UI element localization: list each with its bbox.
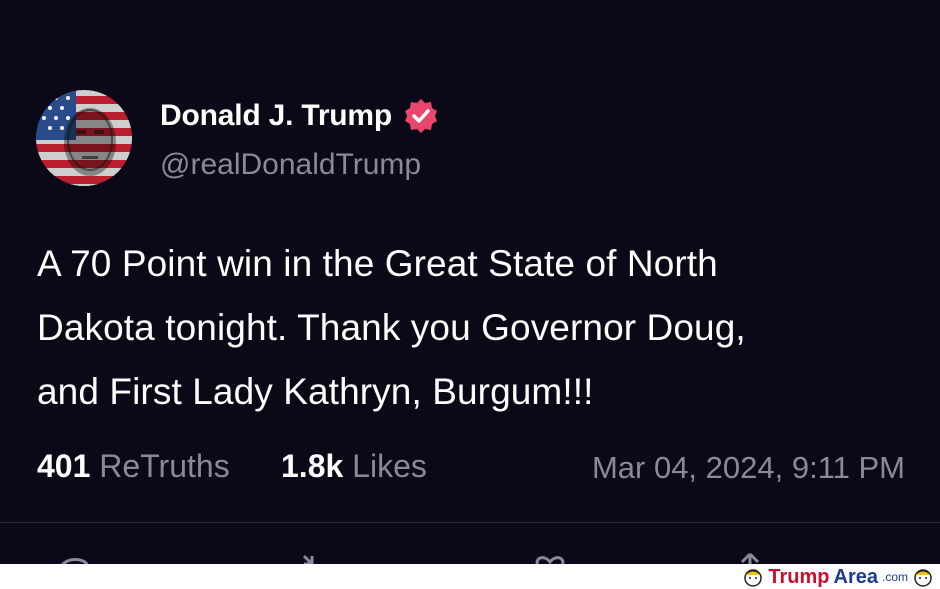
divider [0,522,940,523]
avatar[interactable] [36,90,132,186]
mascot-face-icon [914,569,932,587]
post-stats: 401 ReTruths 1.8k Likes Mar 04, 2024, 9:… [37,448,905,494]
retruth-icon[interactable] [296,550,336,564]
post-timestamp[interactable]: Mar 04, 2024, 9:11 PM [592,450,905,486]
like-icon[interactable] [530,550,570,564]
flag-portrait-avatar-icon [36,90,132,186]
verified-badge-icon [402,97,440,135]
likes-stat[interactable]: 1.8k Likes [281,448,427,485]
display-name[interactable]: Donald J. Trump [160,97,440,135]
watermark: Trump Area .com [742,565,934,589]
post-body-line: Dakota tonight. Thank you Governor Doug, [37,307,746,348]
likes-label: Likes [352,448,427,484]
user-handle[interactable]: @realDonaldTrump [160,148,421,182]
retruths-count: 401 [37,448,91,484]
reply-icon[interactable] [54,550,94,564]
display-name-text: Donald J. Trump [160,99,393,132]
likes-count: 1.8k [281,448,344,484]
action-bar [0,550,940,564]
mascot-face-icon [744,569,763,587]
watermark-brand-part2: Area [833,565,878,588]
post-body: A 70 Point win in the Great State of Nor… [37,232,907,424]
post-card: Donald J. Trump @realDonaldTrump A 70 Po… [0,0,940,564]
post-body-line: and First Lady Kathryn, Burgum!!! [37,371,594,412]
retruths-label: ReTruths [99,448,230,484]
watermark-suffix: .com [881,570,908,584]
share-icon[interactable] [730,550,770,564]
watermark-bar: Trump Area .com [0,564,940,589]
watermark-brand-part1: Trump [768,565,830,588]
retruths-stat[interactable]: 401 ReTruths [37,448,230,485]
post-body-line: A 70 Point win in the Great State of Nor… [37,243,718,284]
